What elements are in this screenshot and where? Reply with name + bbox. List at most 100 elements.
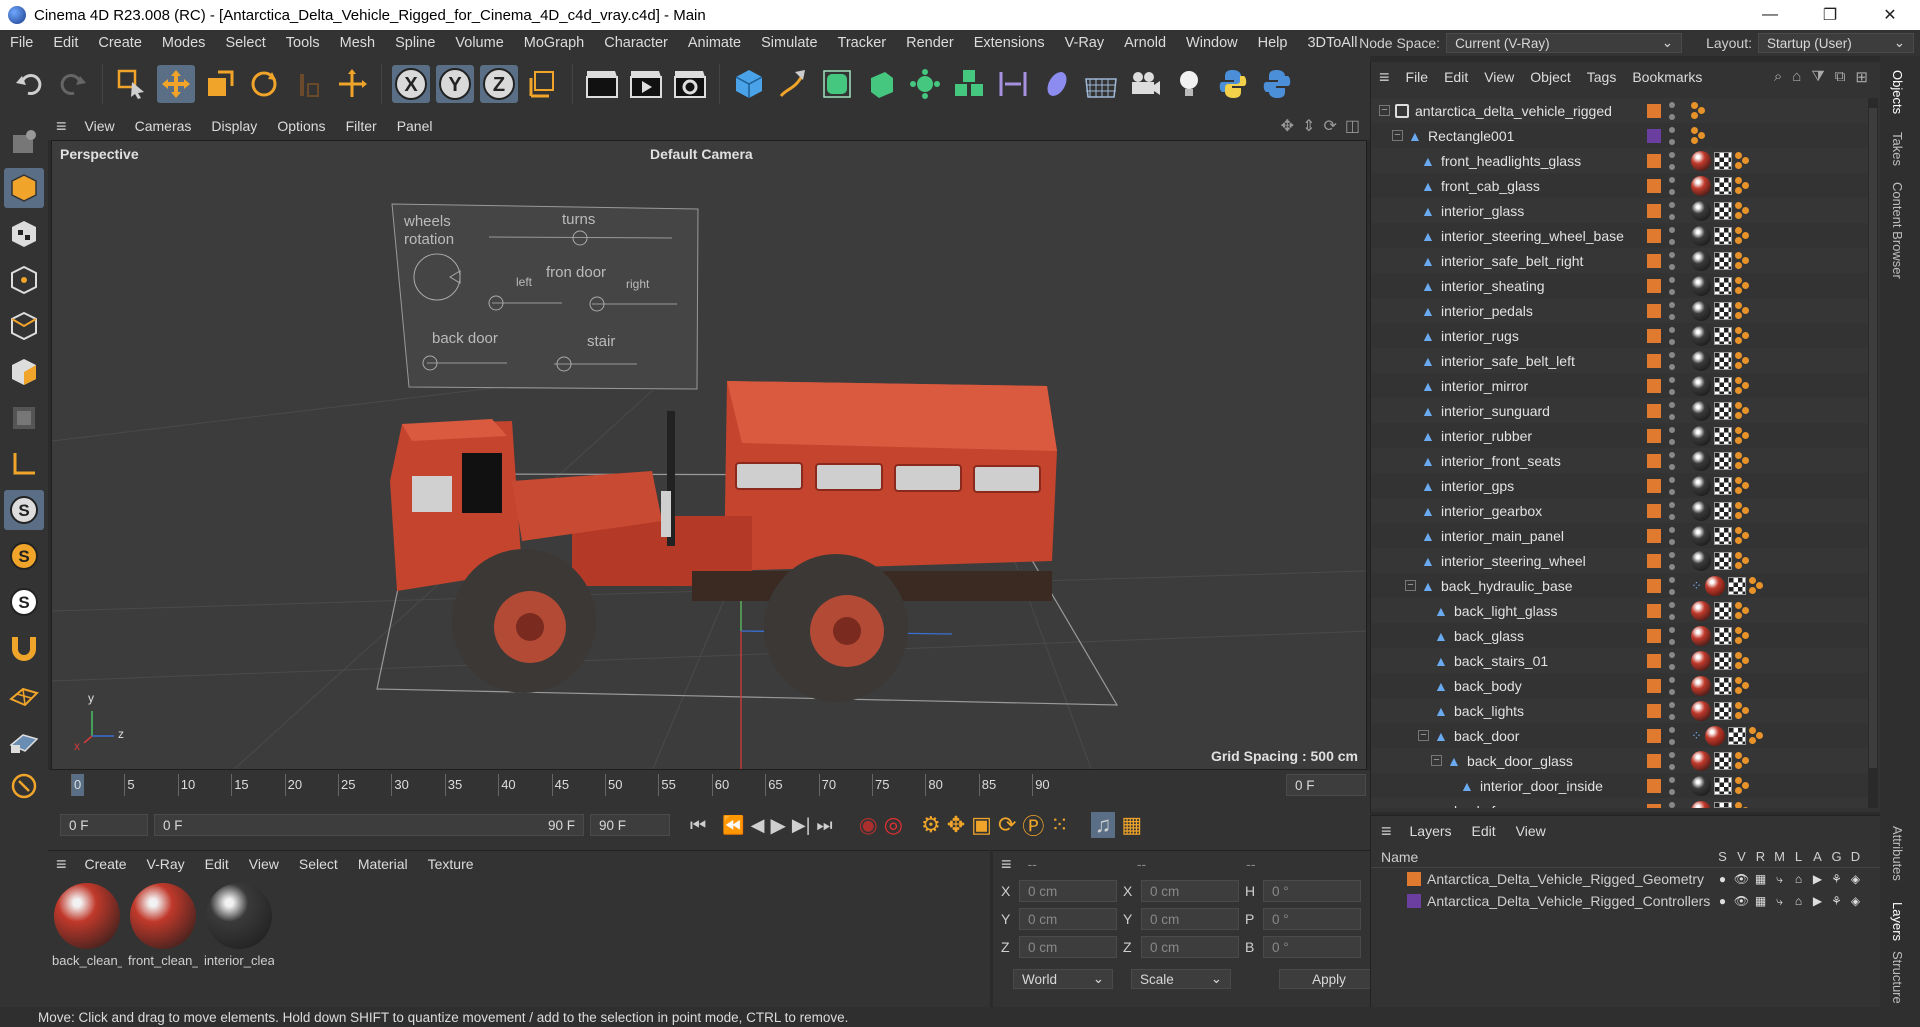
object-tags[interactable] xyxy=(1691,350,1751,371)
mograph-cloner-button[interactable] xyxy=(906,65,944,103)
visibility-dots[interactable] xyxy=(1669,476,1675,495)
visibility-dots[interactable] xyxy=(1669,226,1675,245)
menu-edit[interactable]: Edit xyxy=(43,35,88,51)
object-row[interactable]: ▲ interior_glass xyxy=(1371,198,1871,223)
edge-mode-button[interactable] xyxy=(4,306,44,346)
layer-row[interactable]: Antarctica_Delta_Vehicle_Rigged_Controll… xyxy=(1371,890,1880,912)
deformer-icon[interactable]: ◈ xyxy=(1846,872,1865,887)
layer-color-swatch[interactable] xyxy=(1647,128,1661,143)
go-to-end-icon[interactable]: ⏭ xyxy=(816,815,832,836)
camera-button[interactable] xyxy=(1126,65,1164,103)
tree-collapse-icon[interactable]: − xyxy=(1418,730,1429,741)
layer-color-swatch[interactable] xyxy=(1407,894,1421,908)
x-axis-lock-button[interactable]: X xyxy=(392,65,430,103)
layer-color-swatch[interactable] xyxy=(1647,278,1661,293)
solo-off-button[interactable]: S xyxy=(4,582,44,622)
menu-render[interactable]: Render xyxy=(896,35,964,51)
xpresso-tag-icon[interactable] xyxy=(1748,576,1765,595)
lock-icon[interactable]: ⌂ xyxy=(1789,872,1808,887)
viewport-menu-cameras[interactable]: Cameras xyxy=(125,118,202,134)
object-name[interactable]: interior_rugs xyxy=(1441,328,1519,344)
material-menu-material[interactable]: Material xyxy=(348,856,418,872)
object-row[interactable]: − ▲ back_door ⁘ xyxy=(1371,723,1871,748)
object-row[interactable]: ▲ back_light_glass xyxy=(1371,598,1871,623)
xpresso-tag-icon[interactable] xyxy=(1735,526,1751,545)
menu-mesh[interactable]: Mesh xyxy=(330,35,385,51)
visibility-dots[interactable] xyxy=(1669,776,1675,795)
menu-simulate[interactable]: Simulate xyxy=(751,35,827,51)
visibility-dots[interactable] xyxy=(1669,601,1675,620)
visibility-dots[interactable] xyxy=(1669,651,1675,670)
live-selection-button[interactable] xyxy=(113,65,151,103)
layer-color-swatch[interactable] xyxy=(1647,678,1661,693)
tab-attributes[interactable]: Attributes xyxy=(1890,826,1905,881)
object-name[interactable]: back_lights xyxy=(1454,703,1524,719)
visibility-dots[interactable] xyxy=(1669,151,1675,170)
panel-menu-icon[interactable]: ≡ xyxy=(56,854,67,875)
visibility-dots[interactable] xyxy=(1669,726,1675,745)
object-row[interactable]: ▲ interior_gearbox xyxy=(1371,498,1871,523)
object-name[interactable]: front_cab_glass xyxy=(1441,178,1540,194)
viewport-menu-filter[interactable]: Filter xyxy=(336,118,387,134)
search-icon[interactable]: ⌕ xyxy=(1774,68,1782,86)
extrude-button[interactable] xyxy=(862,65,900,103)
objects-menu-view[interactable]: View xyxy=(1476,69,1522,85)
coord-size-field[interactable]: 0 cm xyxy=(1141,908,1239,930)
visibility-dots[interactable] xyxy=(1669,751,1675,770)
material-tag-icon[interactable] xyxy=(1691,500,1711,521)
object-row[interactable]: ▲ back_body xyxy=(1371,673,1871,698)
xpresso-tag-icon[interactable] xyxy=(1735,801,1751,808)
environment-button[interactable] xyxy=(1082,65,1120,103)
object-tags[interactable]: ⁘ xyxy=(1691,725,1765,746)
object-row[interactable]: ▲ interior_pedals xyxy=(1371,298,1871,323)
tweak-mode-button[interactable] xyxy=(4,766,44,806)
layers-menu-layers[interactable]: Layers xyxy=(1400,823,1462,839)
material-swatch[interactable]: back_clean_ xyxy=(52,883,122,968)
material-tag-icon[interactable] xyxy=(1691,675,1711,696)
menu-file[interactable]: File xyxy=(0,35,43,51)
xpresso-tag-icon[interactable] xyxy=(1735,651,1751,670)
layer-color-swatch[interactable] xyxy=(1647,103,1661,118)
uvw-tag-icon[interactable] xyxy=(1714,676,1732,695)
autokey-icon[interactable]: ◎ xyxy=(884,812,903,838)
frame-range-slider[interactable]: 0 F 90 F xyxy=(154,814,584,836)
object-name[interactable]: interior_safe_belt_left xyxy=(1441,353,1575,369)
object-row[interactable]: ▲ interior_safe_belt_right xyxy=(1371,248,1871,273)
z-axis-lock-button[interactable]: Z xyxy=(480,65,518,103)
workplane-button[interactable] xyxy=(4,674,44,714)
uvw-tag-icon[interactable] xyxy=(1714,601,1732,620)
python-console-button[interactable] xyxy=(1258,65,1296,103)
object-tags[interactable] xyxy=(1691,250,1751,271)
xpresso-tag-icon[interactable] xyxy=(1735,626,1751,645)
subdivision-surface-button[interactable] xyxy=(818,65,856,103)
scale-tool-button[interactable] xyxy=(201,65,239,103)
texture-mode-button[interactable] xyxy=(4,214,44,254)
layer-color-swatch[interactable] xyxy=(1647,653,1661,668)
uvw-tag-icon[interactable] xyxy=(1714,751,1732,770)
play-icon[interactable]: ▶ xyxy=(770,813,785,838)
object-row[interactable]: − ▲ Rectangle001 xyxy=(1371,123,1871,148)
object-tags[interactable] xyxy=(1691,800,1751,808)
visibility-dots[interactable] xyxy=(1669,701,1675,720)
xpresso-tag-icon[interactable] xyxy=(1735,201,1751,220)
mograph-cubes-button[interactable] xyxy=(950,65,988,103)
material-tag-icon[interactable] xyxy=(1691,350,1711,371)
y-axis-lock-button[interactable]: Y xyxy=(436,65,474,103)
object-row[interactable]: ▲ back_lights xyxy=(1371,698,1871,723)
visibility-dots[interactable] xyxy=(1669,251,1675,270)
menu-tracker[interactable]: Tracker xyxy=(828,35,897,51)
filter-icon[interactable]: ⧩ xyxy=(1811,68,1824,86)
object-name[interactable]: interior_main_panel xyxy=(1441,528,1564,544)
panel-menu-icon[interactable]: ≡ xyxy=(56,116,67,137)
viewport-dolly-icon[interactable]: ⇕ xyxy=(1302,116,1315,136)
material-tag-icon[interactable] xyxy=(1691,175,1711,196)
home-icon[interactable]: ⌂ xyxy=(1792,68,1801,86)
add-icon[interactable]: ⊞ xyxy=(1855,68,1868,86)
visibility-dots[interactable] xyxy=(1669,326,1675,345)
object-name[interactable]: interior_sunguard xyxy=(1441,403,1550,419)
key-pla-icon[interactable]: ⁙ xyxy=(1050,812,1068,838)
object-name[interactable]: back_door xyxy=(1454,728,1519,744)
viewport-toggle-icon[interactable]: ◫ xyxy=(1345,116,1360,136)
coord-position-field[interactable]: 0 cm xyxy=(1019,908,1117,930)
render-settings-button[interactable] xyxy=(671,65,709,103)
